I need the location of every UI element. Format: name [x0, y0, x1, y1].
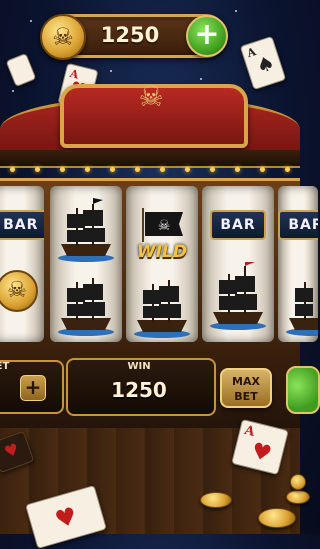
pirate-ship-icon — [58, 278, 114, 336]
max-bet-line2: BET — [234, 390, 258, 403]
reel-3: ☠ WILD — [126, 186, 198, 342]
bet-increase-button[interactable]: + — [20, 375, 46, 401]
add-coins-button[interactable]: + — [186, 15, 228, 57]
win-label: WIN — [127, 361, 151, 372]
bar-symbol: BAR — [210, 210, 266, 240]
pirate-ship-icon — [134, 280, 190, 338]
marquee-lights — [0, 166, 300, 174]
max-bet-line1: MAX — [232, 375, 260, 388]
win-amount: 1250 — [111, 378, 167, 402]
pirate-ship-icon — [210, 262, 266, 330]
skull-coin-symbol-icon: ☠ — [0, 270, 38, 312]
wild-flag-icon: ☠ — [142, 208, 183, 242]
gold-coin-icon — [290, 474, 306, 490]
wild-label: WILD — [136, 242, 188, 262]
bar-symbol: BAR — [278, 210, 318, 240]
bet-label: BET — [0, 361, 10, 372]
reel-4: BAR — [202, 186, 274, 342]
gold-coin-icon — [200, 492, 232, 508]
gold-coin-icon — [286, 490, 310, 504]
reel-5: BAR — [278, 186, 318, 342]
coin-balance-amount: 1250 — [100, 23, 160, 47]
reel-1: BAR ☠ — [0, 186, 44, 342]
pirate-ship-icon — [58, 198, 114, 262]
floating-card-small — [5, 52, 37, 88]
svg-text:☠: ☠ — [158, 218, 171, 234]
floating-card-spade: A ♠ — [239, 35, 287, 91]
pirate-ship-icon — [286, 282, 318, 336]
gold-coin-icon — [258, 508, 296, 528]
skull-crossbones-icon: ☠ — [138, 80, 164, 113]
bar-symbol: BAR — [0, 210, 44, 240]
spin-button[interactable] — [286, 366, 320, 414]
max-bet-button[interactable]: MAX BET — [220, 368, 272, 408]
reel-2 — [50, 186, 122, 342]
